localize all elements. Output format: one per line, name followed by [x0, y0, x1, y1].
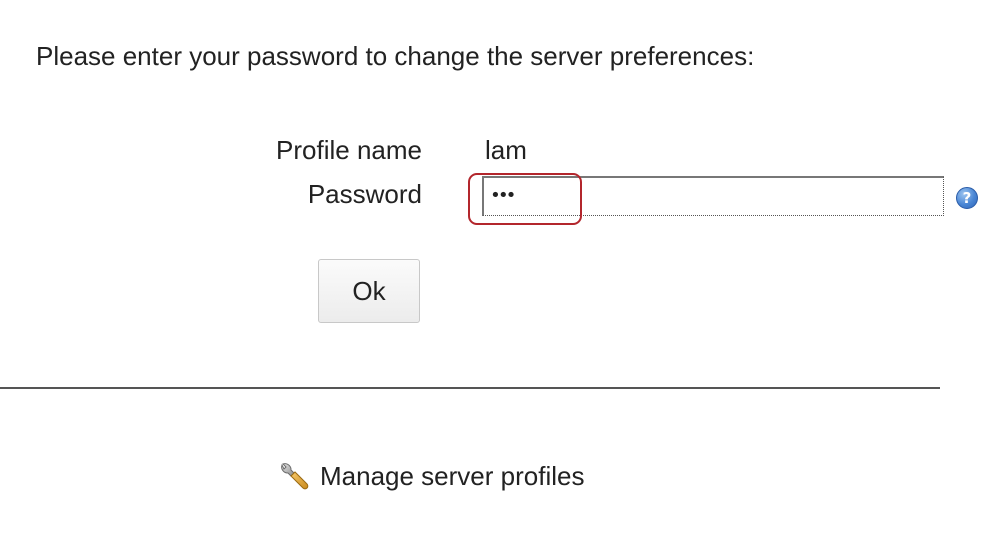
- intro-text: Please enter your password to change the…: [36, 41, 755, 71]
- password-label: Password: [307, 179, 422, 209]
- divider: [0, 387, 940, 389]
- profile-name-label: Profile name: [276, 135, 422, 165]
- manage-server-profiles-label: Manage server profiles: [320, 461, 585, 491]
- manage-server-profiles-link[interactable]: Manage server profiles: [278, 460, 584, 492]
- wrench-icon: [278, 461, 312, 491]
- password-input[interactable]: •••: [482, 176, 944, 216]
- help-icon[interactable]: ?: [956, 187, 978, 209]
- ok-button[interactable]: Ok: [318, 259, 420, 323]
- profile-name-value: lam: [485, 135, 527, 165]
- server-preferences-login-page: Please enter your password to change the…: [0, 0, 999, 536]
